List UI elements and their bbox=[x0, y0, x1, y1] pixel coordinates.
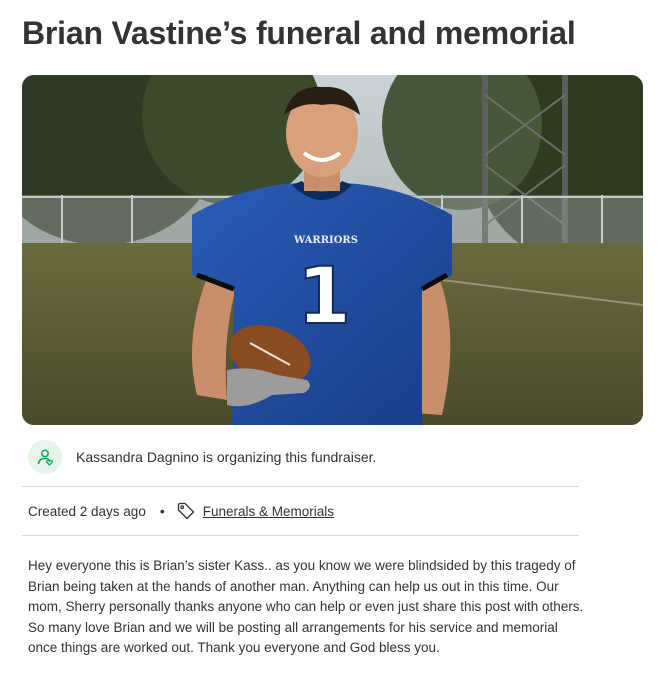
jersey-number: 1 bbox=[297, 252, 351, 342]
organizer-row: Kassandra Dagnino is organizing this fun… bbox=[28, 440, 376, 474]
hero-image[interactable]: WARRIORS 1 bbox=[22, 75, 643, 425]
fundraiser-page: Brian Vastine’s funeral and memorial WAR… bbox=[0, 0, 662, 675]
organizer-text: Kassandra Dagnino is organizing this fun… bbox=[76, 449, 377, 465]
tag-icon bbox=[177, 502, 195, 520]
divider bbox=[22, 486, 579, 487]
separator-dot: • bbox=[159, 503, 165, 519]
jersey-text: WARRIORS bbox=[293, 235, 358, 246]
story-text: Hey everyone this is Brian’s sister Kass… bbox=[28, 558, 584, 655]
divider bbox=[22, 535, 579, 536]
page-title: Brian Vastine’s funeral and memorial bbox=[22, 15, 576, 51]
person-heart-icon bbox=[28, 440, 62, 474]
campaign-meta: Created 2 days ago • Funerals & Memorial… bbox=[28, 500, 334, 522]
created-date: Created 2 days ago bbox=[28, 503, 146, 519]
category-link[interactable]: Funerals & Memorials bbox=[203, 504, 334, 519]
